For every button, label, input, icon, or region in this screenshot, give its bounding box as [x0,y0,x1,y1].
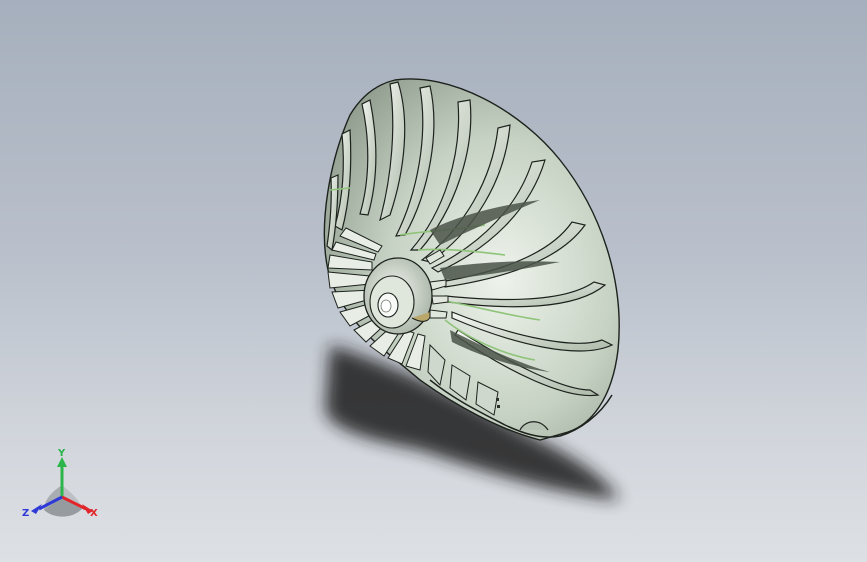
hub [363,257,433,335]
graphics-viewport[interactable]: Y X Z [0,0,867,562]
orientation-triad: Y X Z [22,448,98,519]
y-axis-label: Y [57,448,66,459]
impeller-model[interactable] [0,0,867,562]
x-axis-label: X [90,508,98,519]
z-axis-label: Z [22,508,29,519]
